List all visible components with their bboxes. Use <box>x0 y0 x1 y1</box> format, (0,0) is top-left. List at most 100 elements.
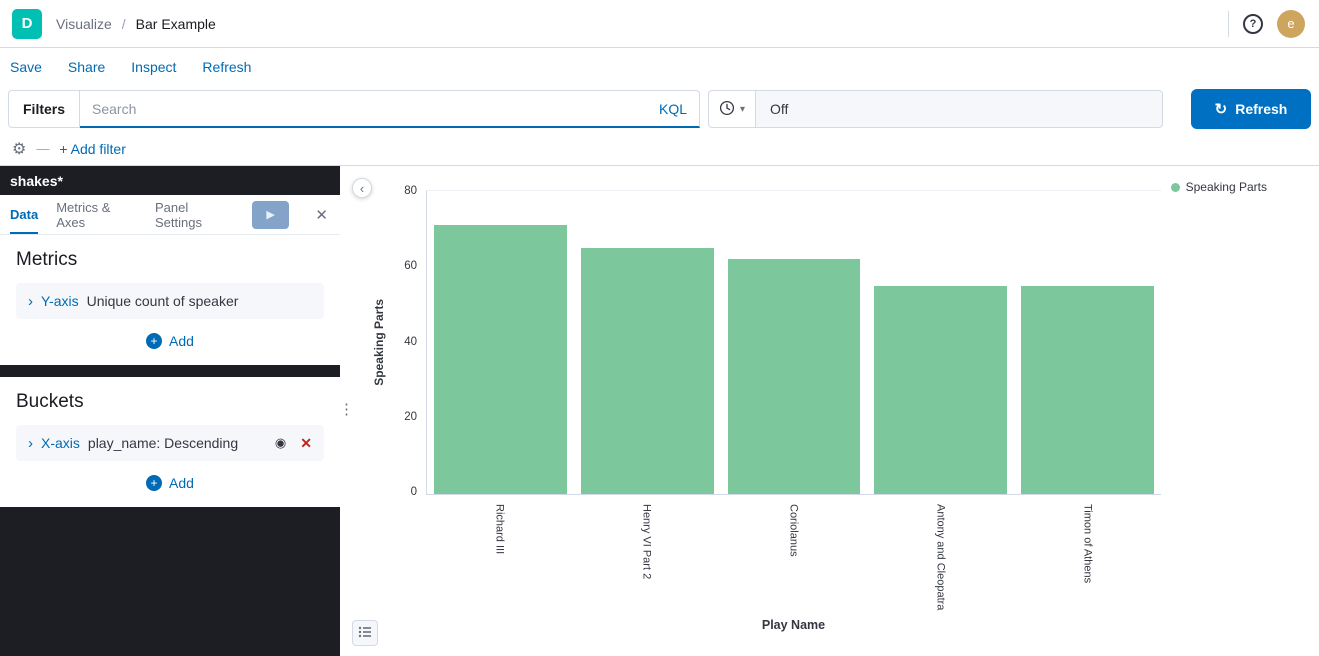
breadcrumb-section[interactable]: Visualize <box>56 16 112 32</box>
breadcrumb-separator: / <box>122 16 126 32</box>
legend-toggle-button[interactable] <box>352 620 378 646</box>
apply-changes-button[interactable]: ▶ <box>252 201 290 229</box>
x-axis-spacer <box>370 498 426 614</box>
time-picker: ▾ Off <box>708 90 1163 128</box>
remove-bucket-icon[interactable]: ✕ <box>300 435 312 452</box>
buckets-add-row: + Add <box>16 475 324 491</box>
bar-slot <box>867 191 1014 494</box>
search-box[interactable]: KQL <box>80 90 700 128</box>
x-tick-label: Richard III <box>494 504 506 614</box>
bar-0[interactable] <box>434 225 567 494</box>
x-axis-title: Play Name <box>426 618 1161 632</box>
action-toolbar: Save Share Inspect Refresh <box>0 48 1319 86</box>
save-button[interactable]: Save <box>10 59 42 75</box>
bucket-agg-row[interactable]: › X-axis play_name: Descending ◉ ✕ <box>16 425 324 461</box>
breadcrumb-page: Bar Example <box>136 16 216 32</box>
dash-separator: — <box>36 141 49 156</box>
metric-agg-row[interactable]: › Y-axis Unique count of speaker <box>16 283 324 319</box>
logo-letter: D <box>22 15 33 32</box>
x-tick-label: Timon of Athens <box>1082 504 1094 614</box>
breadcrumb: Visualize / Bar Example <box>56 16 216 32</box>
x-label-slot: Richard III <box>426 498 573 614</box>
x-tick-label: Antony and Cleopatra <box>935 504 947 614</box>
x-tick-label: Henry VI Part 2 <box>641 504 653 614</box>
query-bar: Filters KQL ▾ Off ↻ Refresh <box>0 86 1319 132</box>
refresh-icon: ↻ <box>1215 100 1228 118</box>
y-tick-label: 60 <box>404 260 417 272</box>
x-axis-row: Richard III Henry VI Part 2 Coriolanus Anto… <box>370 498 1303 614</box>
main-content: shakes* Data Metrics & Axes Panel Settin… <box>0 166 1319 656</box>
gear-icon[interactable]: ⚙ <box>12 139 26 159</box>
bar-slot <box>427 191 574 494</box>
add-filter-link[interactable]: + Add filter <box>59 141 126 157</box>
bar-2[interactable] <box>728 259 861 494</box>
search-input[interactable] <box>92 101 651 117</box>
editor-tabs: Data Metrics & Axes Panel Settings ▶ ✕ <box>0 195 340 235</box>
chart-body: Speaking Parts 806040200 <box>370 190 1303 498</box>
bar-slot <box>1014 191 1161 494</box>
metrics-title: Metrics <box>16 249 324 271</box>
buckets-card: Buckets › X-axis play_name: Descending ◉… <box>0 377 340 507</box>
top-bar: D Visualize / Bar Example ? e <box>0 0 1319 48</box>
metric-agg-desc: Unique count of speaker <box>87 293 239 309</box>
x-tick-label: Coriolanus <box>788 504 800 614</box>
x-label-slot: Henry VI Part 2 <box>573 498 720 614</box>
inspect-button[interactable]: Inspect <box>131 59 176 75</box>
y-axis-title-col: Speaking Parts <box>370 190 388 495</box>
add-filter-row: ⚙ — + Add filter <box>0 132 1319 166</box>
bar-1[interactable] <box>581 248 714 494</box>
x-label-slot: Antony and Cleopatra <box>867 498 1014 614</box>
tab-panel-settings[interactable]: Panel Settings <box>155 195 234 234</box>
chevron-right-icon: › <box>28 293 33 310</box>
topbar-divider <box>1228 11 1229 37</box>
avatar-initial: e <box>1287 16 1294 31</box>
bar-slot <box>721 191 868 494</box>
legend-label: Speaking Parts <box>1186 180 1267 194</box>
avatar[interactable]: e <box>1277 10 1305 38</box>
y-tick-label: 20 <box>404 411 417 423</box>
share-button[interactable]: Share <box>68 59 105 75</box>
chevron-right-icon: › <box>28 435 33 452</box>
time-picker-button[interactable]: ▾ <box>708 90 756 128</box>
query-group: Filters KQL <box>8 90 700 128</box>
metrics-add-row: + Add <box>16 333 324 349</box>
y-axis-ticks: 806040200 <box>388 185 426 498</box>
eye-toggle-icon[interactable]: ◉ <box>275 435 286 451</box>
close-icon[interactable]: ✕ <box>307 206 336 224</box>
bucket-agg-label: X-axis <box>41 435 80 451</box>
refresh-link[interactable]: Refresh <box>202 59 251 75</box>
resize-handle-icon[interactable]: ⋮ <box>339 400 354 418</box>
sidebar-gap <box>0 365 340 377</box>
plus-icon: + <box>146 333 162 349</box>
bar-slot <box>574 191 721 494</box>
filters-button[interactable]: Filters <box>8 90 80 128</box>
plus-icon: + <box>146 475 162 491</box>
tab-data[interactable]: Data <box>10 195 38 234</box>
kql-toggle[interactable]: KQL <box>659 101 687 117</box>
topbar-right: ? e <box>1228 10 1305 38</box>
refresh-button[interactable]: ↻ Refresh <box>1191 89 1311 129</box>
collapse-sidebar-button[interactable]: ‹ <box>352 178 372 198</box>
bar-3[interactable] <box>874 286 1007 494</box>
legend-dot <box>1171 183 1180 192</box>
tab-metrics-axes[interactable]: Metrics & Axes <box>56 195 137 234</box>
app-logo[interactable]: D <box>12 9 42 39</box>
y-axis-title: Speaking Parts <box>372 299 386 386</box>
y-tick-label: 40 <box>404 336 417 348</box>
add-bucket-button[interactable]: + Add <box>146 475 194 491</box>
bar-4[interactable] <box>1021 286 1154 494</box>
x-axis-title-row: Play Name <box>370 614 1303 632</box>
add-bucket-label: Add <box>169 475 194 491</box>
x-label-slot: Timon of Athens <box>1014 498 1161 614</box>
chart-legend[interactable]: Speaking Parts <box>1171 180 1267 194</box>
y-tick-label: 0 <box>411 486 417 498</box>
add-metric-label: Add <box>169 333 194 349</box>
refresh-interval-value[interactable]: Off <box>756 90 1163 128</box>
bucket-agg-desc: play_name: Descending <box>88 435 238 451</box>
vis-editor-sidebar: shakes* Data Metrics & Axes Panel Settin… <box>0 166 340 656</box>
chart-panel: Speaking Parts Speaking Parts 806040200 … <box>340 166 1319 656</box>
plot-area <box>426 190 1161 495</box>
help-icon[interactable]: ? <box>1243 14 1263 34</box>
add-metric-button[interactable]: + Add <box>146 333 194 349</box>
clock-icon <box>719 100 735 119</box>
